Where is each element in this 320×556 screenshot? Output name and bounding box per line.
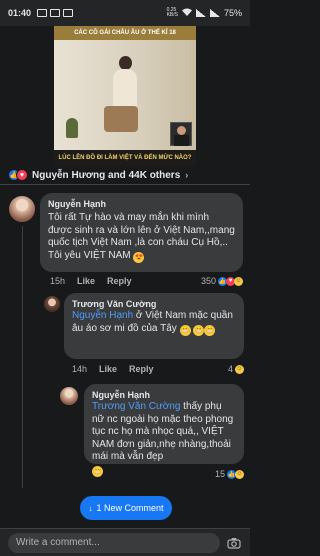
haha-icon: ☺ xyxy=(235,364,244,374)
love-icon: ♥ xyxy=(16,169,28,181)
comment-bubble[interactable]: Nguyễn Hạnh Tôi rất Tự hào và may mắn kh… xyxy=(40,193,243,272)
signal-icon xyxy=(209,9,220,17)
video-caption-banner: LÚC LÊN ĐỒ ĐI LÀM VIỆT VÀ ĐẾN MỨC NÀO? xyxy=(54,150,196,166)
notification-icon xyxy=(37,9,48,17)
reply-button[interactable]: Reply xyxy=(107,276,132,286)
wifi-icon xyxy=(181,8,192,18)
reactions-text: Nguyễn Hương and 44K others xyxy=(32,169,181,181)
haha-icon: ☺ xyxy=(235,469,244,479)
like-button[interactable]: Like xyxy=(99,364,117,374)
reactions-summary[interactable]: 👍 ♥ Nguyễn Hương and 44K others › xyxy=(0,166,250,184)
new-comment-button[interactable]: ↓ 1 New Comment xyxy=(80,496,172,520)
chevron-right-icon: › xyxy=(185,170,189,180)
comment-composer xyxy=(0,528,250,556)
comment-actions: 14h Like Reply 4 ☺ xyxy=(72,364,244,374)
video-title-banner: CÁC CÔ GÁI CHÂU ÂU Ở THẾ KỈ 18 xyxy=(54,26,196,40)
reaction-count[interactable]: 350 👍 ♥ ☺ xyxy=(201,276,243,286)
comment-time: 14h xyxy=(72,364,88,374)
comment-author[interactable]: Nguyễn Hạnh xyxy=(92,389,236,401)
status-notification-icons xyxy=(37,9,74,17)
emoji-love-icon: 😍 xyxy=(133,251,145,263)
thread-line xyxy=(22,226,23,488)
reaction-count[interactable]: 4 ☺ xyxy=(228,364,244,374)
emoji-laugh-icon: 😁 xyxy=(179,324,191,336)
avatar[interactable] xyxy=(44,296,60,312)
reaction-count[interactable]: 15 👍 ☺ xyxy=(215,469,244,479)
comment-text: Tôi rất Tự hào và may mắn khi mình được … xyxy=(48,212,235,263)
comment-author[interactable]: Nguyễn Hạnh xyxy=(48,198,235,210)
comment-bubble[interactable]: Trương Văn Cường Nguyễn Hạnh ở Việt Nam … xyxy=(64,293,244,359)
divider xyxy=(0,184,250,185)
comment-author[interactable]: Trương Văn Cường xyxy=(72,298,236,310)
comment-text: Nguyễn Hạnh ở Việt Nam mặc quần âu áo sơ… xyxy=(72,310,233,336)
arrow-down-icon: ↓ xyxy=(88,503,93,513)
video-thumbnail[interactable]: CÁC CÔ GÁI CHÂU ÂU Ở THẾ KỈ 18 LÚC LÊN Đ… xyxy=(54,26,196,166)
status-system-icons: 0.25 KB/S 75% xyxy=(166,7,242,19)
emoji-laugh-icon: 😁 xyxy=(193,324,205,336)
avatar[interactable] xyxy=(9,196,35,222)
notification-icon xyxy=(63,9,74,17)
comment-input[interactable] xyxy=(8,532,220,553)
network-speed: 0.25 KB/S xyxy=(166,7,178,18)
status-time: 01:40 xyxy=(8,8,32,18)
comment-bubble[interactable]: Nguyễn Hạnh Trương Văn Cường thấy phụ nữ… xyxy=(84,384,244,477)
haha-icon: ☺ xyxy=(234,276,243,286)
signal-icon xyxy=(195,9,206,17)
presenter-inset xyxy=(170,122,192,146)
comment-time: 15h xyxy=(50,276,66,286)
mention-link[interactable]: Trương Văn Cường xyxy=(92,401,180,412)
status-bar: 01:40 0.25 KB/S 75% xyxy=(0,0,250,26)
battery-label: 75% xyxy=(223,8,242,18)
comment-text: Trương Văn Cường thấy phụ nữ nc ngoài họ… xyxy=(92,401,234,477)
avatar[interactable] xyxy=(60,387,78,405)
notification-icon xyxy=(50,9,61,17)
plant-decoration xyxy=(66,118,78,138)
comment-actions: 15 👍 ☺ xyxy=(92,469,244,479)
camera-icon[interactable] xyxy=(226,535,242,551)
mention-link[interactable]: Nguyễn Hạnh xyxy=(72,310,133,321)
comment-actions: 15h Like Reply 350 👍 ♥ ☺ xyxy=(50,276,243,286)
laundry-basket xyxy=(104,106,138,132)
reply-button[interactable]: Reply xyxy=(129,364,154,374)
emoji-laugh-icon: 😁 xyxy=(204,324,216,336)
like-button[interactable]: Like xyxy=(77,276,95,286)
